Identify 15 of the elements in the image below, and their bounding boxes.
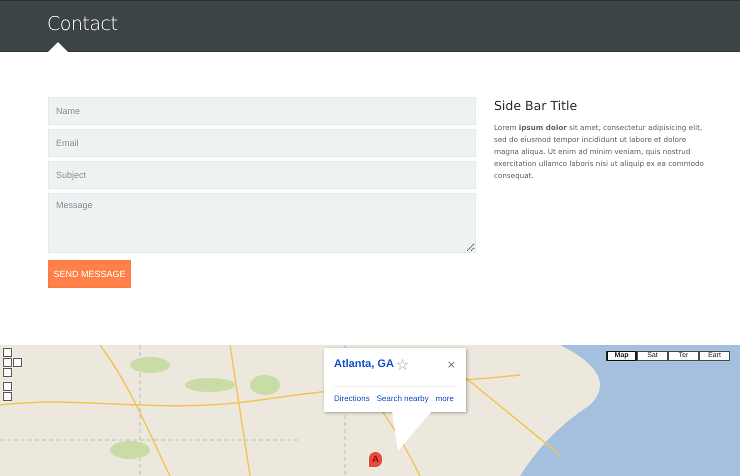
info-link[interactable]: Search nearby xyxy=(376,394,429,403)
info-link[interactable]: Directions xyxy=(334,394,370,403)
notch-icon xyxy=(48,42,68,52)
page-title: Contact xyxy=(47,12,118,34)
message-field[interactable]: Message xyxy=(48,193,476,253)
map-pan-control[interactable] xyxy=(3,348,22,401)
place-title: Atlanta, GA xyxy=(334,358,394,370)
text-field[interactable]: Email xyxy=(48,129,476,157)
info-link[interactable]: more xyxy=(436,394,454,403)
text-field[interactable]: Name xyxy=(48,97,476,125)
star-icon[interactable] xyxy=(396,358,408,370)
sidebar-title: Side Bar Title xyxy=(494,98,578,113)
callout-tail-icon xyxy=(392,411,432,451)
text-field[interactable]: Subject xyxy=(48,161,476,189)
close-button[interactable]: × xyxy=(446,358,456,370)
